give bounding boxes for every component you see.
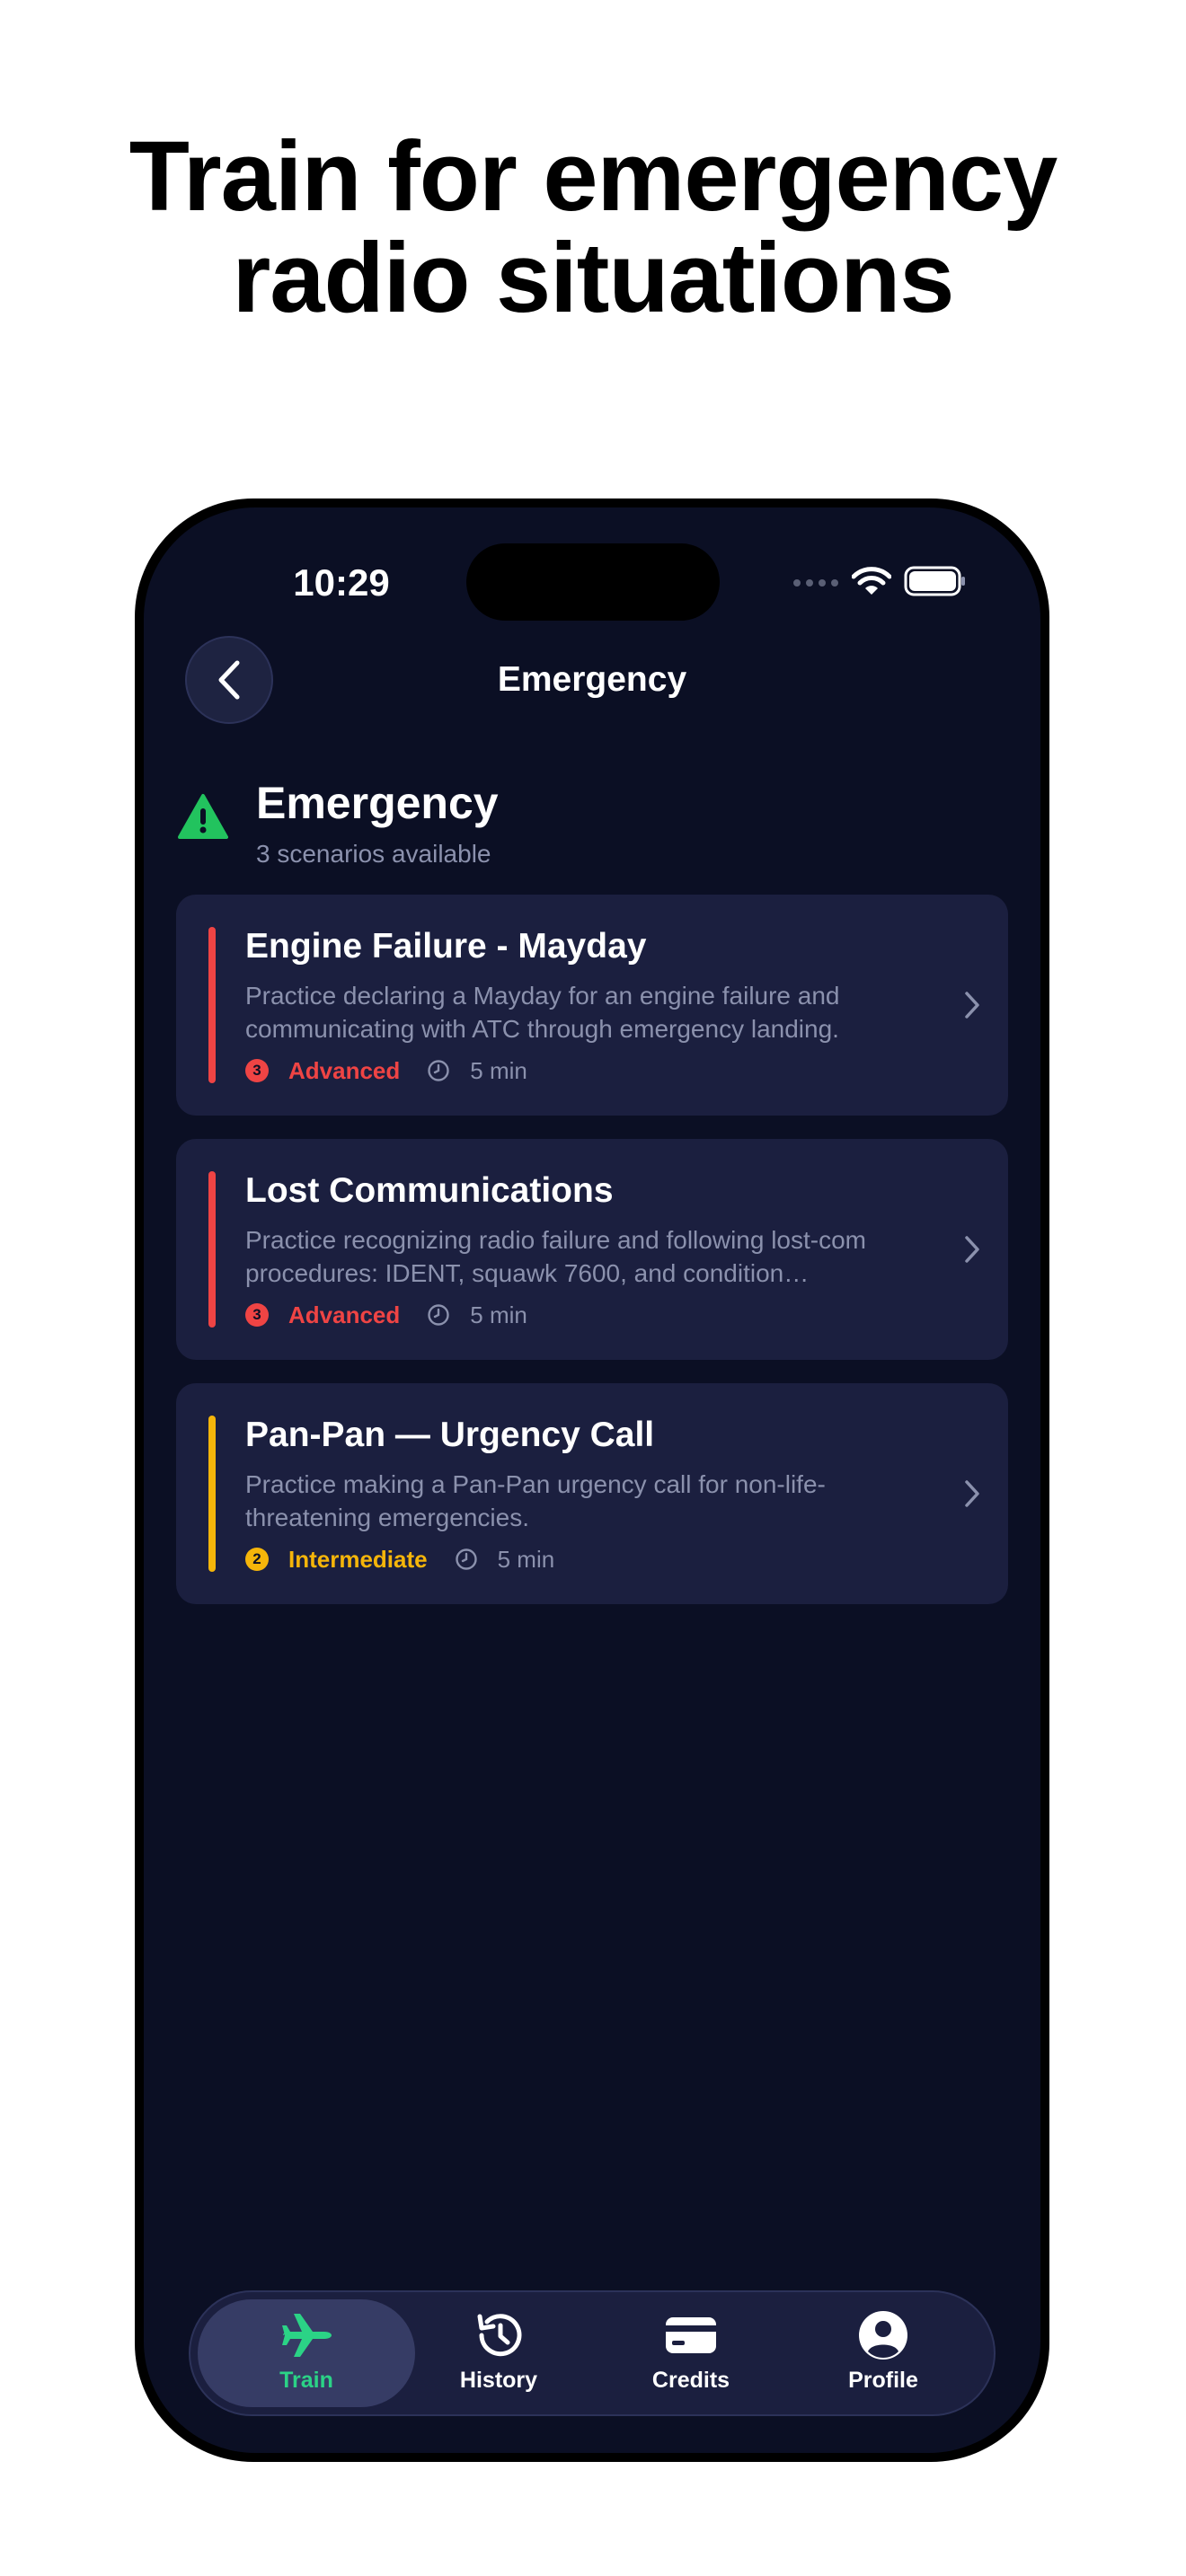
tab-label: Train <box>279 2368 333 2393</box>
tab-profile[interactable]: Profile <box>774 2299 992 2407</box>
headline-line-2: radio situations <box>232 223 955 333</box>
cellular-signal-icon <box>793 579 838 587</box>
credit-card-icon <box>666 2317 716 2353</box>
chevron-right-icon <box>965 1480 979 1507</box>
scenario-card[interactable]: Engine Failure - Mayday Practice declari… <box>176 895 1008 1116</box>
wifi-icon <box>852 567 891 595</box>
duration-label: 5 min <box>470 1056 527 1084</box>
scenario-card[interactable]: Pan-Pan — Urgency Call Practice making a… <box>176 1383 1008 1604</box>
clock-icon <box>428 1304 449 1326</box>
duration-label: 5 min <box>470 1301 527 1328</box>
scenario-meta: 3 Advanced 5 min <box>245 1056 527 1085</box>
tab-credits[interactable]: Credits <box>582 2299 800 2407</box>
headline: Train for emergency radio situations <box>0 126 1186 329</box>
tab-bar: Train History Credits Profile <box>189 2290 996 2416</box>
tab-label: Credits <box>651 2368 730 2393</box>
profile-icon <box>859 2311 907 2360</box>
tab-label: Profile <box>848 2368 918 2393</box>
status-time: 10:29 <box>293 561 390 604</box>
battery-icon <box>904 566 965 596</box>
difficulty-accent-bar <box>208 1171 216 1328</box>
chevron-right-icon <box>965 992 979 1019</box>
duration-label: 5 min <box>497 1545 555 1573</box>
difficulty-label: Intermediate <box>288 1545 428 1573</box>
scenario-description: Practice making a Pan-Pan urgency call f… <box>245 1470 826 1531</box>
headline-line-1: Train for emergency <box>128 121 1058 232</box>
tab-label: History <box>459 2368 538 2393</box>
tab-history[interactable]: History <box>390 2299 607 2407</box>
clock-icon <box>455 1548 477 1570</box>
difficulty-label: Advanced <box>288 1056 401 1084</box>
difficulty-label: Advanced <box>288 1301 401 1328</box>
history-icon <box>477 2314 522 2357</box>
dynamic-island <box>466 543 720 621</box>
scenario-meta: 3 Advanced 5 min <box>245 1301 527 1329</box>
scenario-meta: 2 Intermediate 5 min <box>245 1545 554 1574</box>
section-subtitle: 3 scenarios available <box>256 840 491 868</box>
difficulty-accent-bar <box>208 927 216 1083</box>
warning-triangle-icon <box>178 794 228 839</box>
section-title: Emergency <box>256 778 499 828</box>
scenario-title: Pan-Pan — Urgency Call <box>245 1416 655 1454</box>
scenario-title: Engine Failure - Mayday <box>245 927 647 966</box>
phone-frame: 10:29 Emergency Emergency 3 scenarios av… <box>135 498 1049 2462</box>
nav-title: Emergency <box>497 660 687 699</box>
scenario-title: Lost Communications <box>245 1171 614 1210</box>
difficulty-number-badge: 3 <box>245 1059 269 1082</box>
clock-icon <box>428 1060 449 1081</box>
app-screen: 10:29 Emergency Emergency 3 scenarios av… <box>144 507 1040 2453</box>
chevron-right-icon <box>965 1236 979 1263</box>
difficulty-number-badge: 3 <box>245 1303 269 1327</box>
scenario-description: Practice declaring a Mayday for an engin… <box>245 982 840 1043</box>
scenario-card[interactable]: Lost Communications Practice recognizing… <box>176 1139 1008 1360</box>
scenario-description: Practice recognizing radio failure and f… <box>245 1226 867 1287</box>
tab-train[interactable]: Train <box>198 2299 415 2407</box>
difficulty-accent-bar <box>208 1416 216 1572</box>
airplane-icon <box>282 2314 332 2357</box>
difficulty-number-badge: 2 <box>245 1548 269 1571</box>
status-icons <box>792 563 967 599</box>
